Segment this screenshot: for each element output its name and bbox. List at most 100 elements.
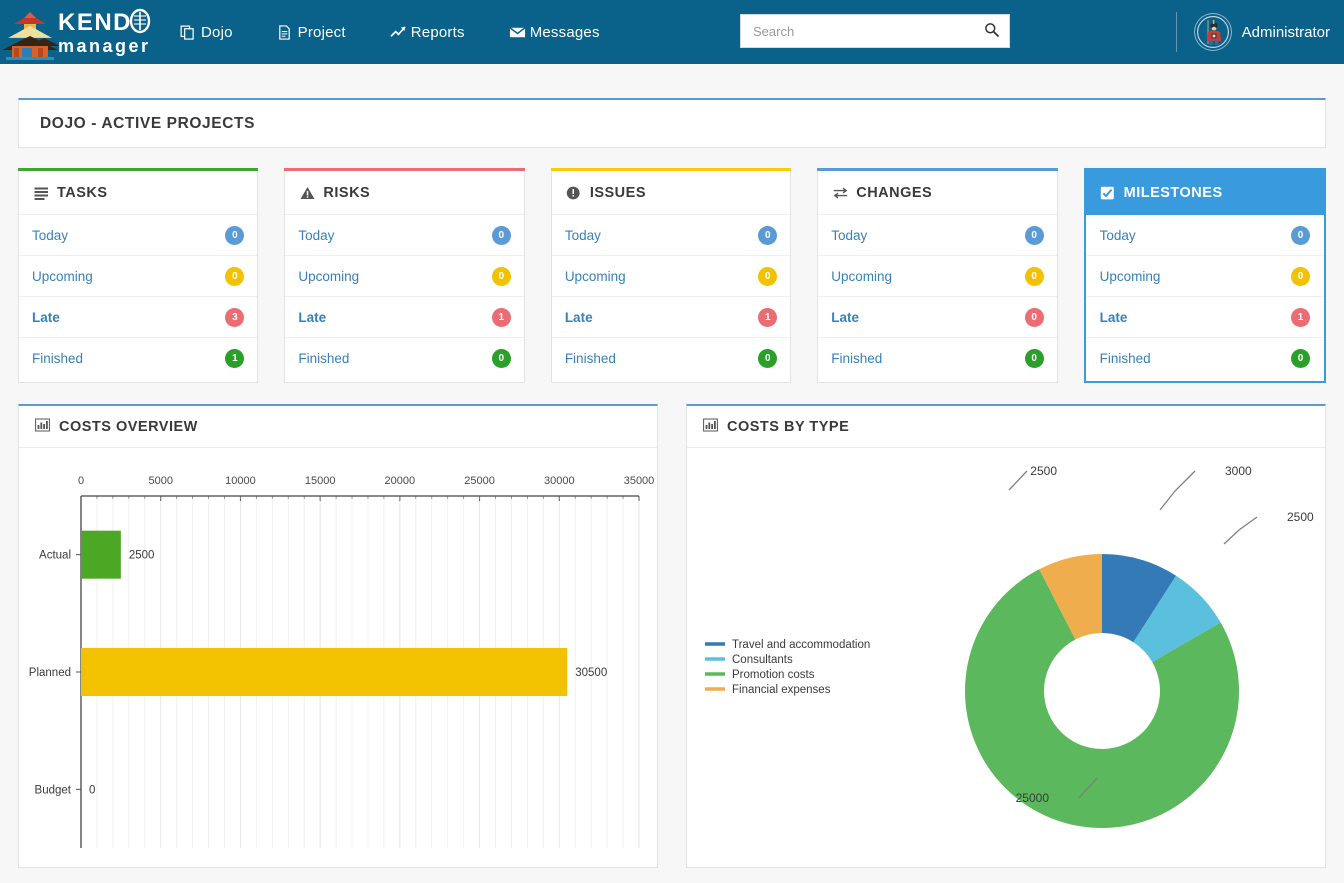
top-navigation-bar: KEND manager Dojo bbox=[0, 0, 1344, 64]
card-title: TASKS bbox=[57, 185, 108, 201]
card-row-upcoming[interactable]: Upcoming 0 bbox=[1086, 256, 1324, 297]
app-logo[interactable]: KEND manager bbox=[0, 0, 160, 64]
card-row-upcoming[interactable]: Upcoming0 bbox=[552, 256, 790, 297]
username-label: Administrator bbox=[1242, 24, 1336, 41]
card-row-label: Today bbox=[831, 228, 867, 243]
card-row-today[interactable]: Today0 bbox=[552, 215, 790, 256]
card-title: MILESTONES bbox=[1124, 185, 1223, 201]
samurai-avatar-icon[interactable] bbox=[1194, 13, 1232, 51]
card-row-today[interactable]: Today0 bbox=[285, 215, 523, 256]
bar-planned[interactable] bbox=[81, 648, 567, 696]
legend-label[interactable]: Travel and accommodation bbox=[732, 639, 870, 651]
count-badge: 0 bbox=[1291, 349, 1310, 368]
summary-card-tasks[interactable]: TASKSToday0Upcoming0Late3Finished1 bbox=[18, 168, 258, 383]
card-row-finished[interactable]: Finished0 bbox=[552, 338, 790, 379]
bar-value-label: 2500 bbox=[129, 550, 155, 562]
count-badge: 0 bbox=[1025, 267, 1044, 286]
count-badge: 1 bbox=[492, 308, 511, 327]
card-row-late[interactable]: Late3 bbox=[19, 297, 257, 338]
summary-card-changes[interactable]: CHANGESToday0Upcoming0Late0Finished0 bbox=[817, 168, 1057, 383]
card-row-today[interactable]: Today0 bbox=[1086, 215, 1324, 256]
card-row-late[interactable]: Late1 bbox=[285, 297, 523, 338]
nav-item-dojo[interactable]: Dojo bbox=[170, 18, 243, 47]
card-row-label: Finished bbox=[32, 351, 83, 366]
card-row-label: Upcoming bbox=[1100, 269, 1161, 284]
card-row-label: Today bbox=[32, 228, 68, 243]
summary-card-issues[interactable]: ISSUES Today0Upcoming0 Late 1 Finished0 bbox=[551, 168, 791, 383]
card-row-label: Late bbox=[1100, 310, 1128, 325]
legend-label[interactable]: Consultants bbox=[732, 654, 793, 666]
main-nav-items: Dojo Project Reports bbox=[170, 18, 634, 47]
search-button[interactable] bbox=[975, 15, 1009, 47]
donut-value-label: 3000 bbox=[1225, 464, 1252, 478]
card-row-label: Late bbox=[565, 310, 593, 325]
x-axis-tick-label: 20000 bbox=[385, 475, 416, 487]
count-badge: 0 bbox=[492, 226, 511, 245]
card-row-late[interactable]: Late 1 bbox=[552, 297, 790, 338]
count-badge: 0 bbox=[1291, 267, 1310, 286]
card-header: MILESTONES bbox=[1086, 170, 1324, 215]
panel-title: COSTS BY TYPE bbox=[727, 419, 849, 435]
summary-card-risks[interactable]: RISKSToday0Upcoming0Late1Finished0 bbox=[284, 168, 524, 383]
nav-item-label: Messages bbox=[530, 24, 600, 41]
chart-line-icon bbox=[390, 25, 405, 40]
legend-label[interactable]: Promotion costs bbox=[732, 669, 815, 681]
card-row-upcoming[interactable]: Upcoming0 bbox=[19, 256, 257, 297]
exchange-icon bbox=[832, 185, 848, 201]
panel-title: COSTS OVERVIEW bbox=[59, 419, 198, 435]
svg-text:manager: manager bbox=[58, 36, 151, 56]
card-header: TASKS bbox=[19, 171, 257, 215]
exclamation-circle-icon bbox=[566, 185, 582, 201]
costs-overview-panel: COSTS OVERVIEW 0500010000150002000025000… bbox=[18, 404, 658, 868]
card-row-late[interactable]: Late1 bbox=[1086, 297, 1324, 338]
count-badge: 0 bbox=[758, 226, 777, 245]
search-box[interactable] bbox=[740, 14, 1010, 48]
count-badge: 0 bbox=[1025, 226, 1044, 245]
header-divider bbox=[1176, 12, 1177, 52]
card-title: CHANGES bbox=[856, 185, 932, 201]
bar-chart-icon bbox=[35, 418, 50, 436]
x-axis-tick-label: 35000 bbox=[624, 475, 655, 487]
card-row-finished[interactable]: Finished0 bbox=[285, 338, 523, 379]
nav-item-label: Dojo bbox=[201, 24, 233, 41]
donut-value-label: 2500 bbox=[1030, 464, 1057, 478]
donut-value-label: 25000 bbox=[1016, 791, 1050, 805]
nav-item-reports[interactable]: Reports bbox=[380, 18, 475, 47]
card-row-upcoming[interactable]: Upcoming 0 bbox=[818, 256, 1056, 297]
nav-item-project[interactable]: Project bbox=[267, 18, 356, 47]
count-badge: 0 bbox=[225, 267, 244, 286]
x-axis-tick-label: 15000 bbox=[305, 475, 336, 487]
legend-label[interactable]: Financial expenses bbox=[732, 684, 831, 696]
card-row-today[interactable]: Today 0 bbox=[818, 215, 1056, 256]
card-row-label: Today bbox=[1100, 228, 1136, 243]
kendo-manager-logo-icon: KEND manager bbox=[0, 0, 160, 64]
x-axis-tick-label: 25000 bbox=[464, 475, 495, 487]
x-axis-tick-label: 10000 bbox=[225, 475, 256, 487]
bar-chart-icon bbox=[703, 418, 718, 436]
card-row-label: Late bbox=[831, 310, 859, 325]
check-square-icon bbox=[1100, 185, 1116, 201]
card-row-finished[interactable]: Finished0 bbox=[818, 338, 1056, 379]
x-axis-tick-label: 5000 bbox=[148, 475, 172, 487]
card-row-upcoming[interactable]: Upcoming0 bbox=[285, 256, 523, 297]
document-icon bbox=[277, 25, 292, 40]
card-row-finished[interactable]: Finished1 bbox=[19, 338, 257, 379]
summary-cards-row: TASKSToday0Upcoming0Late3Finished1RISKST… bbox=[18, 168, 1326, 383]
card-row-late[interactable]: Late0 bbox=[818, 297, 1056, 338]
bar-actual[interactable] bbox=[81, 531, 121, 579]
count-badge: 0 bbox=[492, 349, 511, 368]
summary-card-milestones[interactable]: MILESTONESToday0Upcoming0Late1Finished0 bbox=[1084, 168, 1326, 383]
count-badge: 0 bbox=[225, 226, 244, 245]
card-row-today[interactable]: Today 0 bbox=[19, 215, 257, 256]
costs-overview-header: COSTS OVERVIEW bbox=[19, 406, 657, 448]
donut-value-label: 2500 bbox=[1287, 510, 1314, 524]
nav-item-messages[interactable]: Messages bbox=[499, 18, 610, 47]
x-axis-tick-label: 30000 bbox=[544, 475, 575, 487]
card-title: ISSUES bbox=[590, 185, 646, 201]
count-badge: 1 bbox=[758, 308, 777, 327]
count-badge: 0 bbox=[1025, 349, 1044, 368]
search-input[interactable] bbox=[741, 15, 975, 47]
user-menu[interactable]: Administrator bbox=[1176, 0, 1336, 64]
card-row-finished[interactable]: Finished0 bbox=[1086, 338, 1324, 379]
card-row-label: Upcoming bbox=[831, 269, 892, 284]
